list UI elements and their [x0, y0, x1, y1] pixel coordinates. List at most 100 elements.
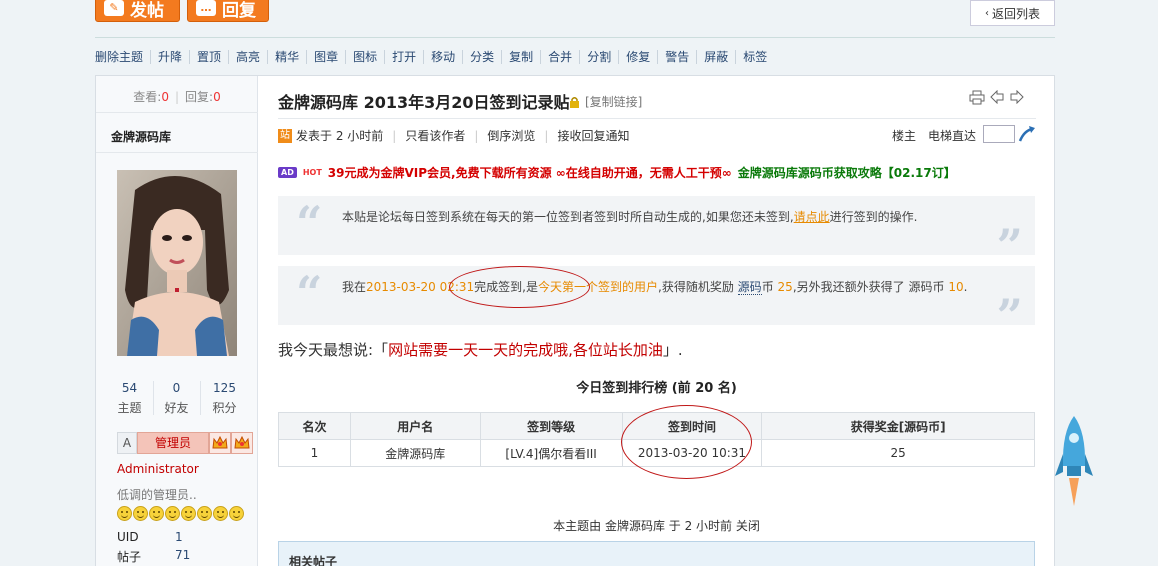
- mod-delete-thread[interactable]: 删除主题: [95, 50, 150, 64]
- next-thread-icon[interactable]: [1010, 89, 1024, 107]
- mod-highlight[interactable]: 高亮: [228, 50, 267, 64]
- mod-move[interactable]: 移动: [423, 50, 462, 64]
- copy-link[interactable]: [复制链接]: [585, 93, 642, 110]
- back-to-top-rocket-icon[interactable]: [1052, 414, 1096, 513]
- moderation-toolbar: 删除主题 升降 置顶 高亮 精华 图章 图标 打开 移动 分类 复制 合并 分割…: [95, 49, 774, 65]
- close-quote-icon: ”: [996, 289, 1023, 343]
- posts-label: 帖子: [117, 550, 142, 564]
- divider: [96, 112, 258, 113]
- ad-tag: AD: [278, 167, 297, 178]
- mod-repair[interactable]: 修复: [618, 50, 657, 64]
- avatar[interactable]: [117, 170, 237, 356]
- speech-bubble-icon: …: [196, 0, 216, 16]
- quote-text: 本贴是论坛每日签到系统在每天的第一位签到者签到时所自动生成的,如果您还未签到,请…: [342, 207, 972, 227]
- back-to-list-label: 返回列表: [991, 6, 1040, 21]
- related-threads-title: 相关帖子: [289, 555, 338, 566]
- pencil-icon: ✎: [104, 0, 124, 16]
- mod-open[interactable]: 打开: [384, 50, 423, 64]
- post-meta: 站 发表于 2 小时前 | 只看该作者 | 倒序浏览 | 接收回复通知: [278, 127, 630, 144]
- mood-suffix: 」.: [662, 341, 683, 359]
- ad-text-guide[interactable]: 金牌源码库源码币获取攻略【02.17订】: [738, 164, 956, 181]
- reply-button-label: 回复: [222, 0, 256, 21]
- crown-icon: [231, 432, 253, 454]
- ranking-title: 今日签到排行榜 (前 20 名): [576, 381, 737, 396]
- col-reward: 获得奖金[源码币]: [761, 412, 1035, 440]
- smiley-icon: [165, 506, 180, 521]
- annotation-ellipse: [621, 405, 752, 479]
- reverse-order-link[interactable]: 倒序浏览: [487, 127, 535, 144]
- print-icon[interactable]: [969, 90, 985, 108]
- cell-username[interactable]: 金牌源码库: [349, 439, 481, 467]
- quote-text-part: .: [963, 280, 968, 294]
- close-quote-icon: ”: [996, 219, 1023, 273]
- level-stars: [117, 506, 244, 521]
- author-name[interactable]: 金牌源码库: [111, 128, 171, 145]
- threads-count: 54: [121, 381, 138, 395]
- uid-row: UID 1: [117, 530, 183, 544]
- elevator-input[interactable]: [983, 125, 1015, 143]
- post-panel: 查看:0 | 回复:0 金牌源码库 54 主题 0 好友 125 积分 A 管理…: [95, 75, 1055, 566]
- divider: [278, 118, 1036, 119]
- previous-thread-icon[interactable]: [990, 89, 1004, 107]
- posts-value[interactable]: 71: [175, 548, 190, 562]
- mood-message: 网站需要一天一天的完成哦,各位站长加油: [388, 341, 663, 359]
- smiley-icon: [149, 506, 164, 521]
- notify-link[interactable]: 接收回复通知: [557, 127, 629, 144]
- author-sidebar: 查看:0 | 回复:0 金牌源码库 54 主题 0 好友 125 积分 A 管理…: [96, 76, 258, 566]
- cell-reward: 25: [761, 439, 1035, 467]
- mod-copy[interactable]: 复制: [501, 50, 540, 64]
- views-label: 查看:: [133, 90, 162, 104]
- posted-time: 发表于 2 小时前: [296, 129, 384, 143]
- floor-label: 楼主: [892, 129, 917, 143]
- divider: [200, 381, 201, 415]
- coin-link[interactable]: 源码: [737, 280, 762, 295]
- mod-split[interactable]: 分割: [579, 50, 618, 64]
- elevator-label: 电梯直达: [928, 129, 977, 143]
- stat-points[interactable]: 125 积分: [202, 381, 247, 416]
- mod-warn[interactable]: 警告: [657, 50, 696, 64]
- reply-button[interactable]: … 回复: [187, 0, 269, 22]
- bonus-amount: 10: [948, 280, 964, 294]
- mod-stamp[interactable]: 图章: [306, 50, 345, 64]
- open-quote-icon: “: [296, 196, 323, 250]
- post-button-label: 发帖: [130, 0, 164, 21]
- checkin-link[interactable]: 请点此: [794, 210, 830, 224]
- thread-stats: 查看:0 | 回复:0: [133, 90, 221, 104]
- mod-digest[interactable]: 精华: [267, 50, 306, 64]
- mod-icon[interactable]: 图标: [345, 50, 384, 64]
- quote-text-part: 币: [932, 280, 945, 294]
- only-author-link[interactable]: 只看该作者: [405, 127, 465, 144]
- stat-friends[interactable]: 0 好友: [154, 381, 199, 416]
- rank-label: 管理员: [137, 432, 209, 454]
- smiley-icon: [133, 506, 148, 521]
- mod-sticky[interactable]: 置顶: [189, 50, 228, 64]
- mod-bump[interactable]: 升降: [150, 50, 189, 64]
- quote-text-part: ,获得随机奖励: [658, 280, 734, 294]
- mod-block[interactable]: 屏蔽: [696, 50, 735, 64]
- points-count: 125: [213, 381, 236, 395]
- stat-threads[interactable]: 54 主题: [107, 381, 152, 416]
- uid-value[interactable]: 1: [175, 530, 183, 544]
- mod-category[interactable]: 分类: [462, 50, 501, 64]
- site-badge: 站: [278, 128, 292, 143]
- mod-merge[interactable]: 合并: [540, 50, 579, 64]
- col-level: 签到等级: [479, 412, 623, 440]
- smiley-icon: [197, 506, 212, 521]
- ad-text-vip[interactable]: 39元成为金牌VIP会员,免费下载所有资源 ∞在线自助开通，无需人工干预∞: [328, 164, 732, 181]
- divider: [96, 152, 258, 153]
- cell-rank: 1: [278, 439, 351, 467]
- quote-text-part: 本贴是论坛每日签到系统在每天的第一位签到者签到时所自动生成的,如果您还未签到,: [342, 210, 794, 224]
- coin-text: 源码: [908, 280, 933, 294]
- mod-tags[interactable]: 标签: [735, 50, 774, 64]
- quote-text-part: 进行签到的操作.: [829, 210, 918, 224]
- cell-level: [LV.4]偶尔看看III: [479, 439, 623, 467]
- related-threads-box: 相关帖子: [278, 541, 1035, 566]
- go-arrow-icon[interactable]: [1018, 125, 1036, 146]
- col-rank: 名次: [278, 412, 351, 440]
- back-to-list-button[interactable]: ‹ 返回列表: [970, 0, 1055, 26]
- threads-label: 主题: [117, 401, 142, 415]
- ad-banner[interactable]: AD HOT 39元成为金牌VIP会员,免费下载所有资源 ∞在线自助开通，无需人…: [278, 164, 956, 181]
- quote-text: 我在2013-03-20 02:31完成签到,是今天第一个签到的用户,获得随机奖…: [342, 277, 972, 297]
- post-button[interactable]: ✎ 发帖: [95, 0, 180, 22]
- user-title: Administrator: [117, 462, 199, 476]
